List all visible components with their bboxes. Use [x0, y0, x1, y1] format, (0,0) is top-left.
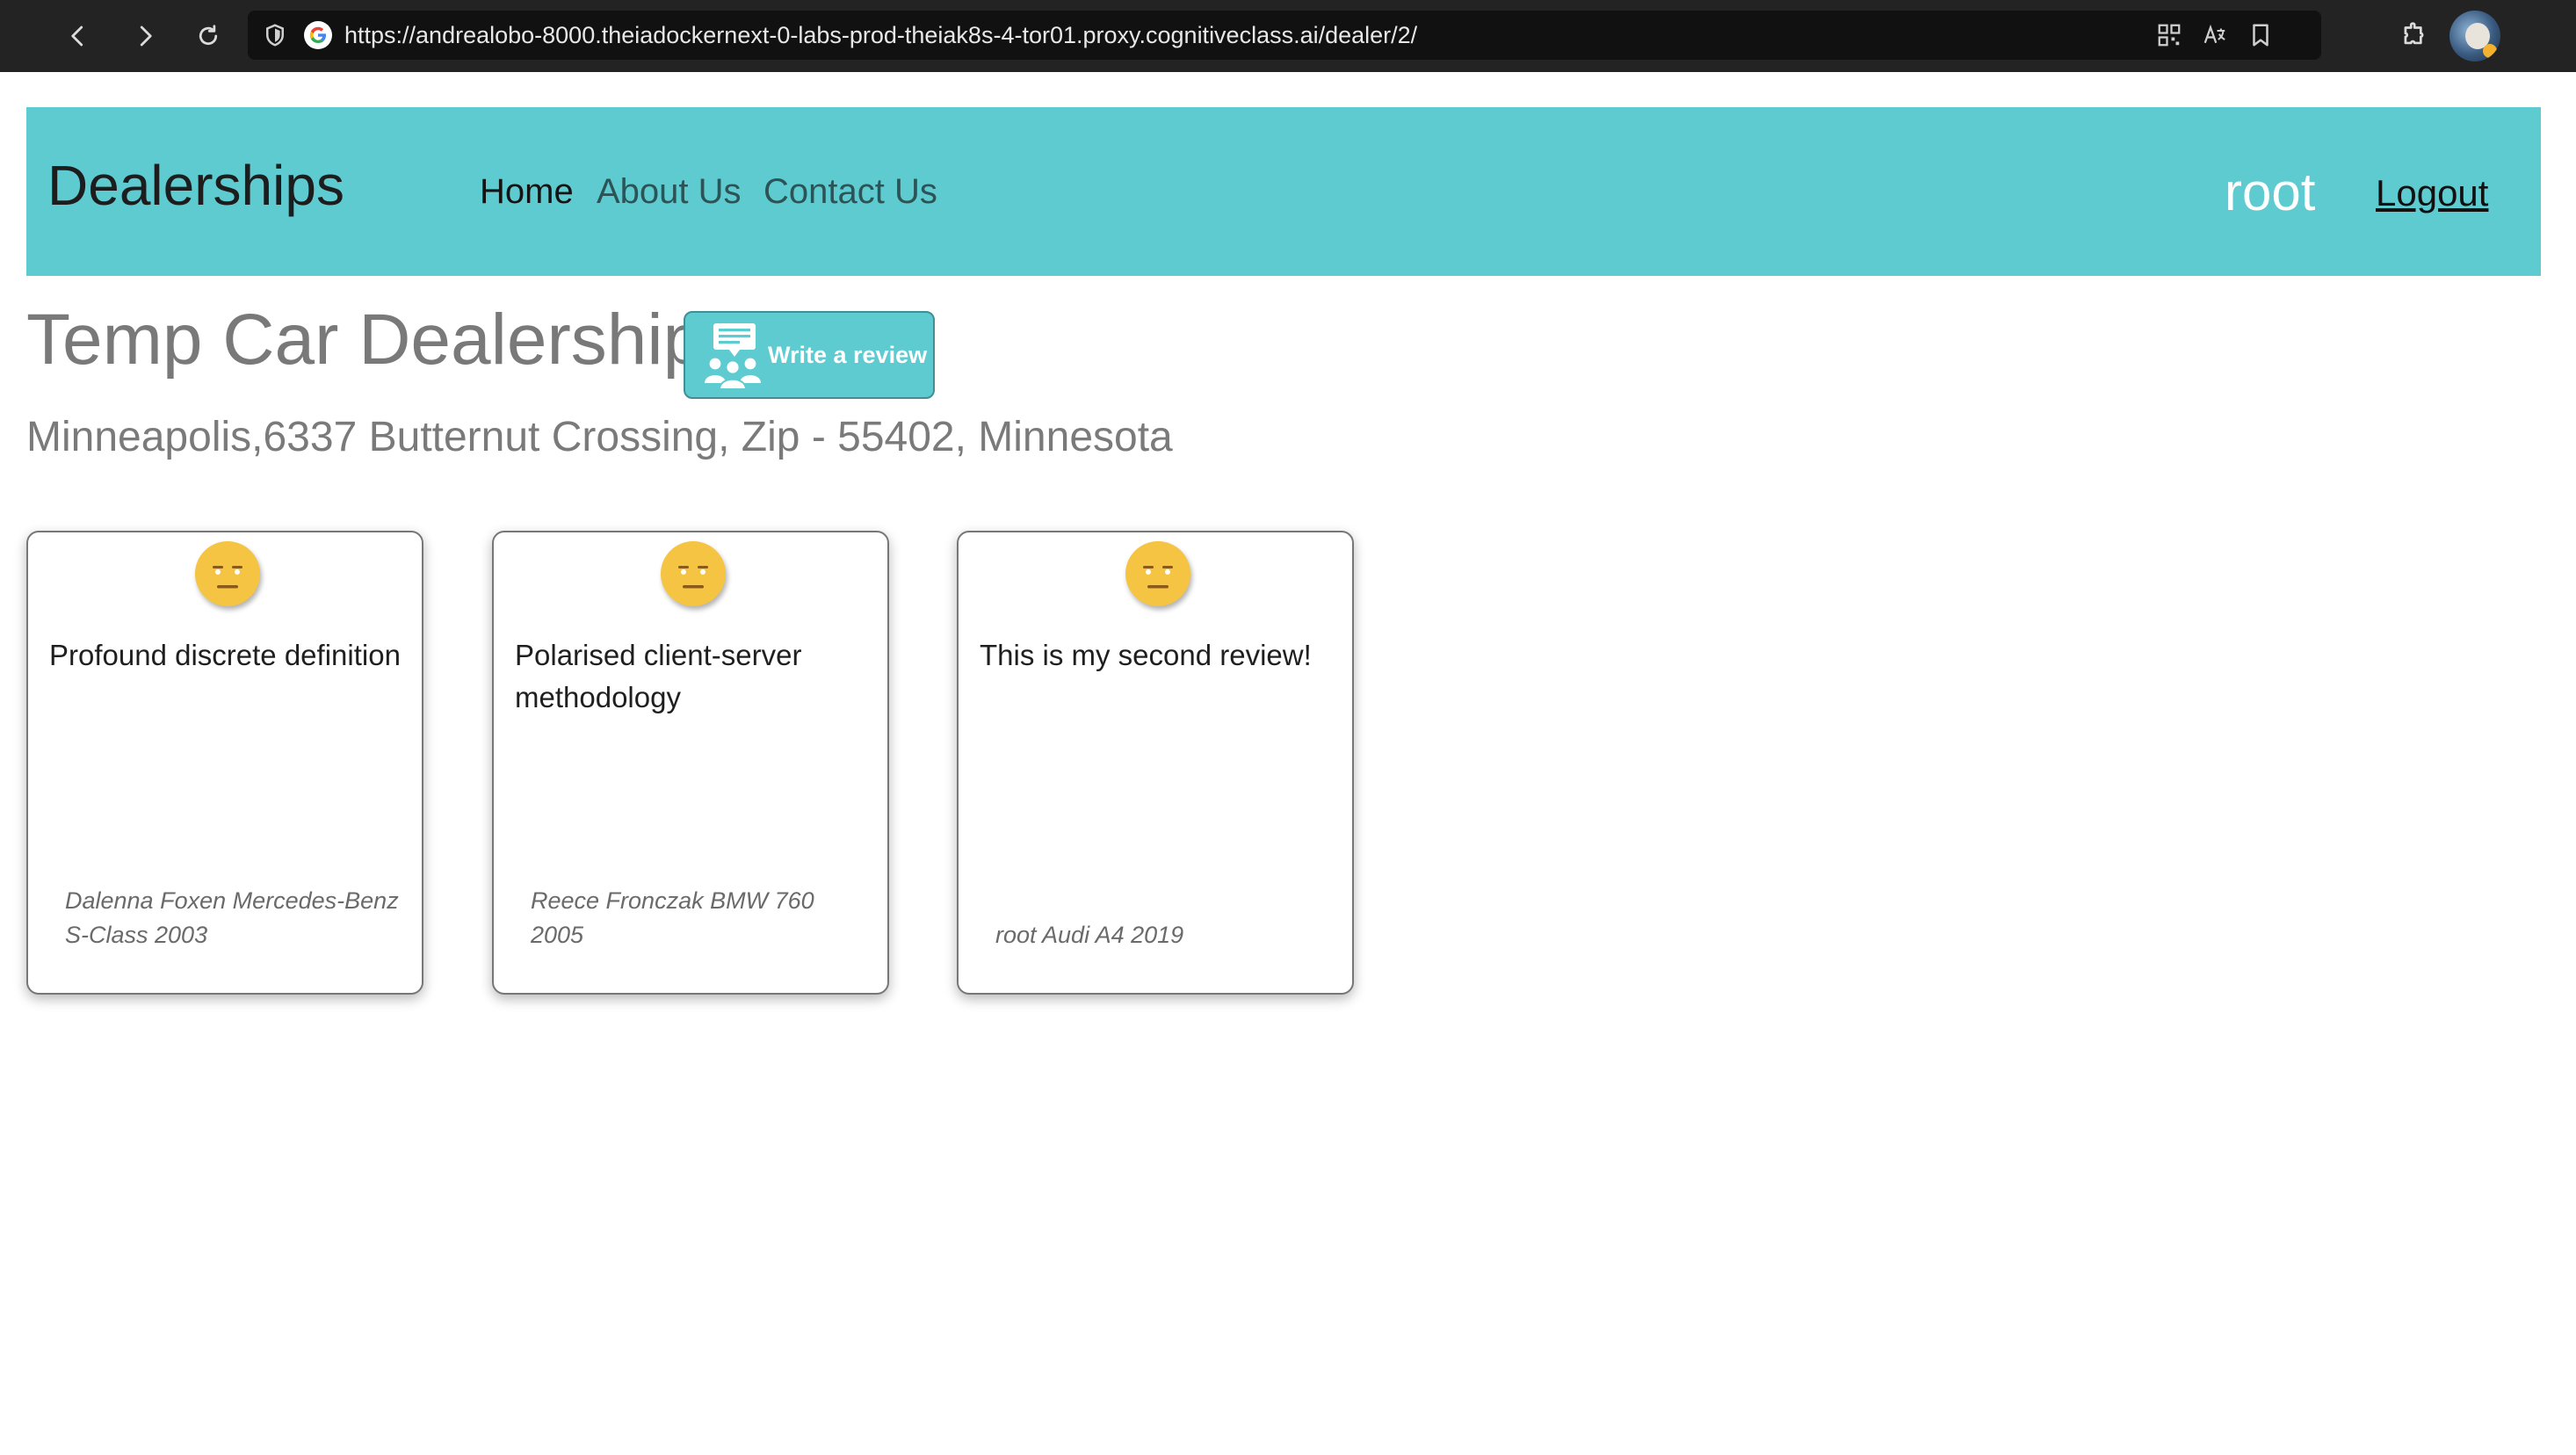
url-text[interactable]: https://andrealobo-8000.theiadockernext-… [344, 22, 1417, 49]
nav-home[interactable]: Home [480, 172, 574, 212]
username-label: root [2225, 163, 2316, 221]
review-people-icon [705, 323, 761, 390]
translate-icon[interactable] [2202, 22, 2228, 48]
review-card: Polarised client-server methodology Reec… [492, 531, 889, 995]
reload-icon [199, 25, 218, 46]
extensions-icon[interactable] [2399, 19, 2432, 53]
review-text: This is my second review! [980, 639, 1312, 671]
nav-about-us[interactable]: About Us [597, 172, 742, 212]
write-review-label: Write a review [768, 341, 928, 368]
review-card: Profound discrete definition Dalenna Fox… [26, 531, 423, 995]
chevron-left-icon [71, 25, 83, 47]
qr-code-icon[interactable] [2156, 22, 2182, 48]
logout-link[interactable]: Logout [2376, 172, 2488, 214]
reload-button[interactable] [186, 14, 230, 58]
review-text: Profound discrete definition [49, 639, 401, 671]
bookmark-icon[interactable] [2247, 22, 2274, 48]
browser-toolbar: https://andrealobo-8000.theiadockernext-… [0, 0, 2576, 72]
nav-contact-us[interactable]: Contact Us [763, 172, 937, 212]
dealer-address: Minneapolis,6337 Butternut Crossing, Zip… [26, 414, 1173, 460]
avatar-badge [2483, 44, 2497, 58]
neutral-face-icon [195, 541, 260, 606]
app-header: Dealerships Home About Us Contact Us roo… [26, 107, 2541, 276]
reviewer-info: Dalenna Foxen Mercedes-Benz S-Class 2003 [65, 887, 399, 948]
address-bar[interactable]: https://andrealobo-8000.theiadockernext-… [248, 11, 2321, 60]
back-button[interactable] [56, 14, 100, 58]
reviewer-info: root Audi A4 2019 [995, 922, 1184, 948]
neutral-face-icon [1125, 541, 1190, 606]
forward-button[interactable] [123, 14, 167, 58]
google-icon [309, 26, 326, 43]
write-review-button[interactable]: Write a review [684, 311, 935, 399]
shield-icon[interactable] [262, 22, 288, 48]
brand-title[interactable]: Dealerships [47, 153, 344, 218]
dealer-name: Temp Car Dealership [26, 300, 704, 380]
review-card: This is my second review! root Audi A4 2… [957, 531, 1354, 995]
chevron-right-icon [140, 25, 152, 47]
reviewer-info: Reece Fronczak BMW 760 2005 [531, 887, 814, 948]
neutral-face-icon [661, 541, 726, 606]
review-text: Polarised client-server methodology [515, 639, 802, 713]
site-favicon [304, 21, 332, 49]
profile-avatar[interactable] [2449, 11, 2500, 62]
